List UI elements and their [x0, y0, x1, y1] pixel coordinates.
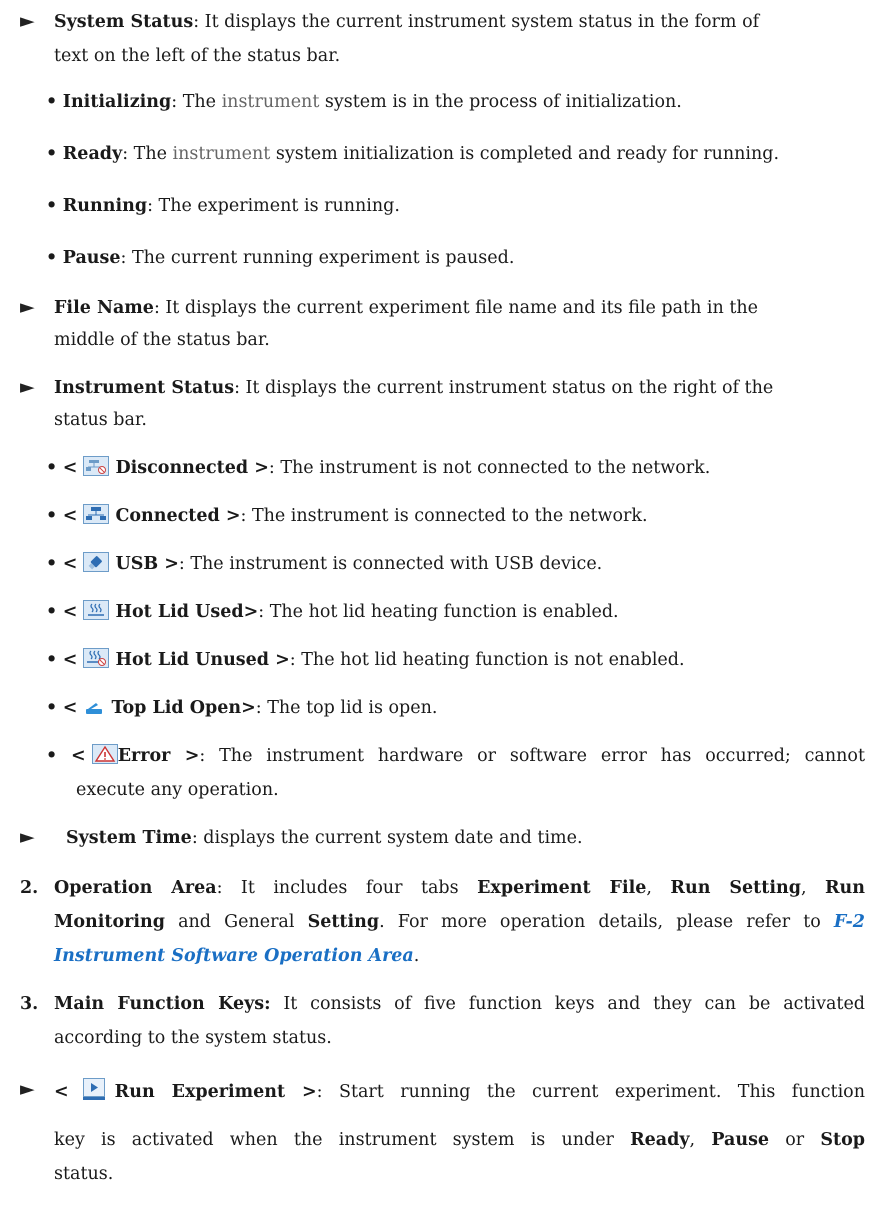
instrument-status-line-2: status bar. — [54, 410, 147, 430]
main-keys-line-2: according to the system status. — [54, 1028, 332, 1048]
instrument-item-hot-lid-unused: • < Hot Lid Unused >: The hot lid heatin… — [46, 648, 685, 670]
usb-icon — [83, 552, 110, 572]
network-connected-icon — [83, 504, 110, 524]
run-experiment-label: Run Experiment > — [114, 1082, 317, 1102]
reference-link-f2[interactable]: F-2 — [834, 912, 865, 932]
triangle-bullet-icon: ► — [20, 10, 35, 32]
instrument-item-error-line-2: execute any operation. — [76, 780, 279, 800]
list-number-2: 2. — [20, 878, 39, 898]
file-name-line-2: middle of the status bar. — [54, 330, 270, 350]
instrument-item-usb: • < USB >: The instrument is connected w… — [46, 552, 603, 574]
operation-area-line-3: Instrument Software Operation Area. — [54, 946, 420, 966]
instrument-item-disconnected: • < Disconnected >: The instrument is no… — [46, 456, 711, 478]
operation-area-line-1: Operation Area: It includes four tabs Ex… — [54, 878, 865, 898]
triangle-bullet-icon: ► — [20, 376, 35, 398]
run-experiment-icon — [82, 1078, 105, 1100]
error-warning-icon — [91, 744, 118, 764]
network-disconnected-icon — [83, 456, 110, 476]
list-number-3: 3. — [20, 994, 39, 1014]
operation-area-title: Operation Area — [54, 878, 217, 898]
system-time-title: System Time — [66, 828, 192, 848]
operation-area-line-2: Monitoring and General Setting. For more… — [54, 912, 865, 932]
reference-link-operation-area[interactable]: Instrument Software Operation Area — [54, 946, 414, 966]
main-keys-title: Main Function Keys: — [54, 994, 271, 1014]
status-item-running: • Running: The experiment is running. — [46, 196, 400, 216]
instrument-item-error: • < Error >: The instrument hardware or … — [46, 744, 865, 766]
system-status-title: System Status — [54, 12, 194, 32]
instrument-status-title: Instrument Status — [54, 378, 235, 398]
status-item-ready: • Ready: The instrument system initializ… — [46, 144, 780, 164]
file-name-line-1: File Name: It displays the current exper… — [54, 298, 758, 318]
system-time-line: System Time: displays the current system… — [66, 828, 583, 848]
top-lid-open-icon — [85, 700, 103, 716]
triangle-bullet-icon: ► — [20, 296, 35, 318]
run-experiment-line-3: status. — [54, 1164, 114, 1184]
system-status-line-2: text on the left of the status bar. — [54, 46, 341, 66]
instrument-status-line-1: Instrument Status: It displays the curre… — [54, 378, 774, 398]
triangle-bullet-icon: ► — [20, 1078, 35, 1100]
instrument-item-connected: • < Connected >: The instrument is conne… — [46, 504, 648, 526]
system-status-line-1: System Status: It displays the current i… — [54, 12, 760, 32]
triangle-bullet-icon: ► — [20, 826, 35, 848]
document-page: ► System Status: It displays the current… — [0, 0, 896, 1218]
run-experiment-line-2: key is activated when the instrument sys… — [54, 1130, 865, 1150]
instrument-item-hot-lid-used: • < Hot Lid Used>: The hot lid heating f… — [46, 600, 619, 622]
status-item-pause: • Pause: The current running experiment … — [46, 248, 515, 268]
instrument-item-top-lid-open: • < Top Lid Open>: The top lid is open. — [46, 698, 438, 718]
run-experiment-line-1: < Run Experiment >: Start running the cu… — [54, 1078, 865, 1104]
hot-lid-unused-icon — [83, 648, 110, 668]
hot-lid-used-icon — [83, 600, 110, 620]
file-name-title: File Name — [54, 298, 154, 318]
status-item-initializing: • Initializing: The instrument system is… — [46, 92, 682, 112]
main-keys-line-1: Main Function Keys: It consists of five … — [54, 994, 865, 1014]
